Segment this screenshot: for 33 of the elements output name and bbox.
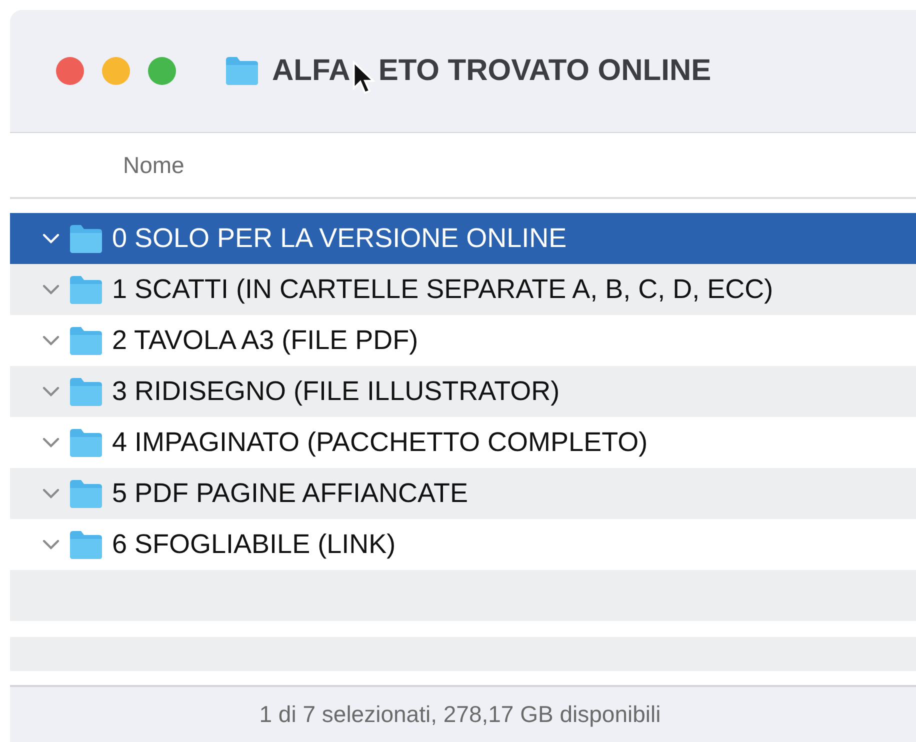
status-text: 1 di 7 selezionati, 278,17 GB disponibili: [259, 701, 661, 728]
window-title: ALFA: [272, 54, 350, 88]
folder-icon: [68, 326, 104, 356]
folder-name: 6 SFOGLIABILE (LINK): [112, 529, 396, 560]
folder-name: 2 TAVOLA A3 (FILE PDF): [112, 325, 418, 356]
folder-row[interactable]: 0 SOLO PER LA VERSIONE ONLINE: [10, 213, 916, 264]
folder-name: 4 IMPAGINATO (PACCHETTO COMPLETO): [112, 427, 648, 458]
folder-icon: [224, 56, 260, 86]
folder-row[interactable]: 3 RIDISEGNO (FILE ILLUSTRATOR): [10, 366, 916, 417]
folder-row[interactable]: 1 SCATTI (IN CARTELLE SEPARATE A, B, C, D, ECC): [10, 264, 916, 315]
disclosure-chevron-icon[interactable]: [42, 334, 60, 346]
disclosure-chevron-icon[interactable]: [42, 284, 60, 296]
close-button[interactable]: [56, 57, 84, 85]
folder-icon: [68, 274, 104, 304]
disclosure-chevron-icon[interactable]: [42, 436, 60, 448]
column-header[interactable]: Nome: [123, 152, 184, 178]
folder-icon: [68, 428, 104, 458]
minimize-button[interactable]: [102, 57, 130, 85]
zoom-button[interactable]: [148, 57, 176, 85]
folder-name: 3 RIDISEGNO (FILE ILLUSTRATOR): [112, 376, 560, 407]
folder-icon: [68, 530, 104, 560]
disclosure-chevron-icon[interactable]: [42, 488, 60, 500]
mouse-pointer-icon: [352, 59, 376, 97]
folder-icon: [68, 478, 104, 508]
folder-icon: [68, 224, 104, 254]
folder-row[interactable]: 5 PDF PAGINE AFFIANCATE: [10, 468, 916, 519]
folder-name: 0 SOLO PER LA VERSIONE ONLINE: [112, 223, 567, 254]
disclosure-chevron-icon[interactable]: [42, 538, 60, 550]
disclosure-chevron-icon[interactable]: [42, 386, 60, 398]
window-title: ETO TROVATO ONLINE: [378, 54, 712, 88]
folder-name: 5 PDF PAGINE AFFIANCATE: [112, 478, 468, 509]
folder-icon: [68, 376, 104, 406]
folder-name: 1 SCATTI (IN CARTELLE SEPARATE A, B, C, D, ECC): [112, 274, 774, 305]
